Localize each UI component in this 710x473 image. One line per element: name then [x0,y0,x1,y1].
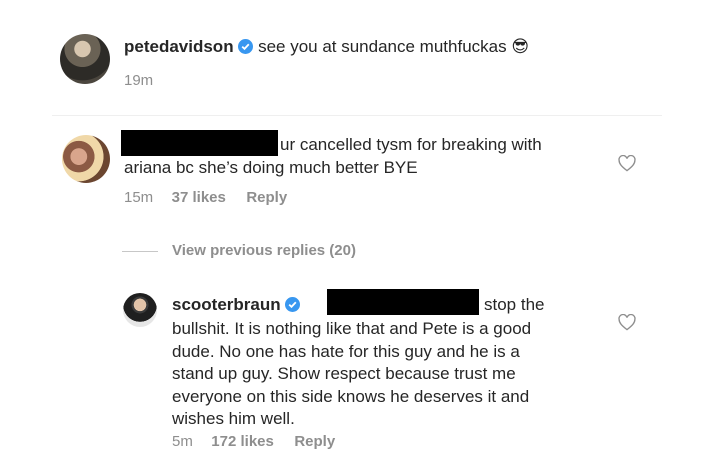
reply-body: bullshit. It is nothing like that and Pe… [172,318,531,431]
verified-badge-icon [238,39,254,54]
avatar-commenter[interactable] [62,135,110,183]
reply-username[interactable]: scooterbraun [172,295,281,314]
divider [52,115,662,116]
reply-text-line: dude. No one has hate for this guy and h… [172,341,520,361]
comment-text-line1: ur cancelled tysm for breaking with [280,135,542,154]
reply-text-line: bullshit. It is nothing like that and Pe… [172,319,532,338]
post-caption-row: petedavidson see you at sundance muthfuc… [124,37,529,57]
post-username[interactable]: petedavidson [124,37,234,56]
redacted-mention [327,289,479,315]
post-caption: see you at sundance muthfuckas [258,37,507,56]
reply-likes[interactable]: 172 likes [211,433,274,450]
avatar-scooterbraun[interactable] [123,293,157,327]
reply-text-line: everyone on this side knows he deserves … [172,386,530,406]
like-heart-icon[interactable] [618,314,636,331]
view-previous-replies[interactable]: View previous replies (20) [172,242,356,259]
comment-reply-button[interactable]: Reply [246,189,287,206]
reply-time: 5m [172,433,193,450]
like-heart-icon[interactable] [618,155,636,172]
reply-text-line1-tail: stop the [484,295,545,314]
thread-line [122,251,158,252]
reply-reply-button[interactable]: Reply [294,433,335,450]
comment-text-line2: ariana bc she’s doing much better BYE [124,158,418,177]
reply-header-row: scooterbraun [172,295,301,315]
avatar-petedavidson[interactable] [60,34,110,84]
verified-badge-icon [285,297,301,312]
reply-meta: 5m 172 likes Reply [172,433,335,451]
redacted-username [121,130,278,156]
sunglasses-emoji: 😎 [511,37,530,56]
reply-text-line: stand up guy. Show respect because trust… [172,364,516,383]
comment-likes[interactable]: 37 likes [172,189,226,206]
reply-text-line: wishes him well. [172,409,295,428]
comment-time: 15m [124,189,154,206]
post-time: 19m [124,72,154,89]
comment-meta: 15m 37 likes Reply [124,189,287,207]
